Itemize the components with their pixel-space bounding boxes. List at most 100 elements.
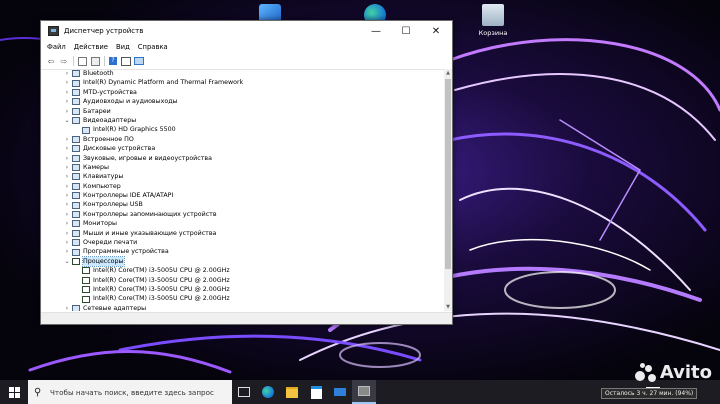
firmware-icon [72,135,80,143]
cpu-icon [82,276,90,284]
edge-icon[interactable] [256,380,280,404]
tree-category-item[interactable]: › Камеры [41,163,444,172]
collapse-chevron-icon[interactable]: ⌄ [63,116,71,125]
help-icon[interactable]: ? [108,56,118,66]
expand-chevron-icon[interactable]: › [63,163,71,172]
tree-category-item[interactable]: › Intel(R) Dynamic Platform and Thermal F… [41,78,444,87]
expand-chevron-icon[interactable]: › [63,200,71,209]
horizontal-scrollbar[interactable] [41,312,452,324]
device-manager-taskbar-icon[interactable] [352,380,376,404]
monitor-icon[interactable] [134,56,144,66]
title-bar[interactable]: Диспетчер устройств — ☐ ✕ [41,21,452,41]
file-explorer-icon[interactable] [280,380,304,404]
scroll-up-icon[interactable]: ▲ [444,69,452,77]
expand-chevron-icon[interactable]: › [63,229,71,238]
minimize-button[interactable]: — [361,21,391,41]
tree-item-label: Мыши и иные указывающие устройства [83,229,217,237]
expand-chevron-icon[interactable]: › [63,97,71,106]
tree-category-item[interactable]: › Контроллеры USB [41,200,444,209]
tree-category-item[interactable]: › Клавиатуры [41,172,444,181]
tree-category-item[interactable]: › Компьютер [41,182,444,191]
tree-category-item[interactable]: › Контроллеры IDE ATA/ATAPI [41,191,444,200]
menu-action[interactable]: Действие [74,43,108,51]
expand-chevron-icon[interactable]: › [63,144,71,153]
expand-chevron-icon[interactable]: › [63,107,71,116]
device-manager-icon [48,26,59,36]
tree-category-item[interactable]: › Встроенное ПО [41,135,444,144]
tree-item-label: Дисковые устройства [83,145,156,153]
tree-device-item[interactable]: Intel(R) Core(TM) i3-5005U CPU @ 2.00GHz [41,285,444,294]
scroll-thumb[interactable] [445,79,451,269]
display-adapter-icon [72,117,80,125]
tree-category-item[interactable]: › Батареи [41,107,444,116]
expand-chevron-icon[interactable]: › [63,88,71,97]
mouse-icon [72,229,80,237]
sound-icon [72,154,80,162]
tree-item-label: MTD-устройства [83,88,137,96]
scroll-down-icon[interactable]: ▼ [444,303,452,311]
monitor-icon [72,220,80,228]
scan-icon[interactable] [121,56,131,66]
expand-chevron-icon[interactable]: › [63,191,71,200]
usb-icon [72,201,80,209]
camera-icon [72,164,80,172]
expand-chevron-icon[interactable]: › [63,304,71,311]
tree-category-item[interactable]: › Программные устройства [41,247,444,256]
menu-view[interactable]: Вид [116,43,130,51]
tree-category-item[interactable]: › MTD-устройства [41,88,444,97]
tree-category-item[interactable]: › Сетевые адаптеры [41,304,444,311]
tree-item-label: Аудиовходы и аудиовыходы [83,98,178,106]
back-icon[interactable]: ⇦ [46,56,56,66]
tree-device-item[interactable]: Intel(R) Core(TM) i3-5005U CPU @ 2.00GHz [41,294,444,303]
computer-icon [72,182,80,190]
start-button[interactable] [0,380,28,404]
tree-category-item[interactable]: ⌄ Видеоадаптеры [41,116,444,125]
tree-category-item[interactable]: › Очереди печати [41,238,444,247]
mail-icon[interactable] [328,380,352,404]
forward-icon[interactable]: ⇨ [59,56,69,66]
avito-logo-icon [634,362,657,383]
tree-item-label: Звуковые, игровые и видеоустройства [83,154,212,162]
tree-category-item[interactable]: › Дисковые устройства [41,144,444,153]
expand-chevron-icon[interactable]: › [63,219,71,228]
tree-category-item[interactable]: ⌄ Процессоры [41,255,444,268]
vertical-scrollbar[interactable]: ▲ ▼ [444,69,452,311]
expand-chevron-icon[interactable]: › [63,135,71,144]
tree-item-label: Камеры [83,163,109,171]
tree-category-item[interactable]: › Контроллеры запоминающих устройств [41,210,444,219]
bluetooth-icon [72,70,80,78]
device-view-icon[interactable] [77,56,87,66]
menu-help[interactable]: Справка [138,43,168,51]
search-box[interactable]: ⚲ Чтобы начать поиск, введите здесь запр… [28,380,232,404]
tree-device-item[interactable]: Intel(R) HD Graphics 5500 [41,125,444,134]
expand-chevron-icon[interactable]: › [63,172,71,181]
expand-chevron-icon[interactable]: › [63,182,71,191]
tree-item-label: Bluetooth [83,70,114,77]
display-adapter-icon [82,126,90,134]
store-icon[interactable] [304,380,328,404]
tree-category-item[interactable]: › Bluetooth [41,69,444,78]
properties-icon[interactable] [90,56,100,66]
expand-chevron-icon[interactable]: › [63,154,71,163]
tree-device-item[interactable]: Intel(R) Core(TM) i3-5005U CPU @ 2.00GHz [41,276,444,285]
task-view-icon[interactable] [232,380,256,404]
expand-chevron-icon[interactable]: › [63,210,71,219]
collapse-chevron-icon[interactable]: ⌄ [63,257,71,266]
menu-file[interactable]: Файл [47,43,66,51]
tree-category-item[interactable]: › Аудиовходы и аудиовыходы [41,97,444,106]
tree-category-item[interactable]: › Мыши и иные указывающие устройства [41,229,444,238]
recycle-bin-icon[interactable]: Корзина [471,4,515,37]
tree-item-label: Intel(R) Core(TM) i3-5005U CPU @ 2.00GHz [93,276,230,284]
expand-chevron-icon[interactable]: › [63,238,71,247]
tree-item-label: Очереди печати [83,239,138,247]
maximize-button[interactable]: ☐ [391,21,421,41]
expand-chevron-icon[interactable]: › [63,247,71,256]
expand-chevron-icon[interactable]: › [63,78,71,87]
tree-device-item[interactable]: Intel(R) Core(TM) i3-5005U CPU @ 2.00GHz [41,266,444,275]
close-button[interactable]: ✕ [421,21,451,41]
expand-chevron-icon[interactable]: › [63,69,71,78]
cpu-icon [82,267,90,275]
tree-category-item[interactable]: › Звуковые, игровые и видеоустройства [41,154,444,163]
avito-text: Avito [659,362,712,383]
tree-category-item[interactable]: › Мониторы [41,219,444,228]
